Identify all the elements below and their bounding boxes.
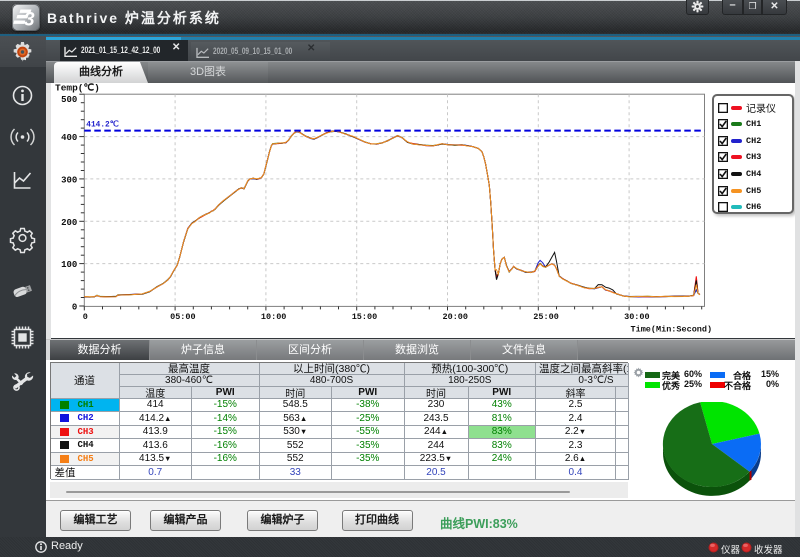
svg-text:30:00: 30:00 [624, 312, 650, 322]
svg-text:0: 0 [83, 312, 88, 322]
svg-text:Temp(℃): Temp(℃) [55, 83, 100, 94]
svg-text:25:00: 25:00 [533, 312, 559, 322]
svg-text:15:00: 15:00 [352, 312, 378, 322]
svg-text:100: 100 [61, 260, 77, 270]
svg-text:200: 200 [61, 218, 77, 228]
svg-text:05:00: 05:00 [170, 312, 196, 322]
svg-text:400: 400 [61, 133, 77, 143]
svg-text:500: 500 [61, 95, 77, 105]
svg-text:300: 300 [61, 175, 77, 185]
svg-text:Time(Min:Second): Time(Min:Second) [631, 324, 713, 334]
svg-text:10:00: 10:00 [261, 312, 287, 322]
svg-text:20:00: 20:00 [443, 312, 469, 322]
svg-text:0: 0 [72, 303, 77, 313]
svg-text:414.2℃: 414.2℃ [86, 120, 118, 130]
